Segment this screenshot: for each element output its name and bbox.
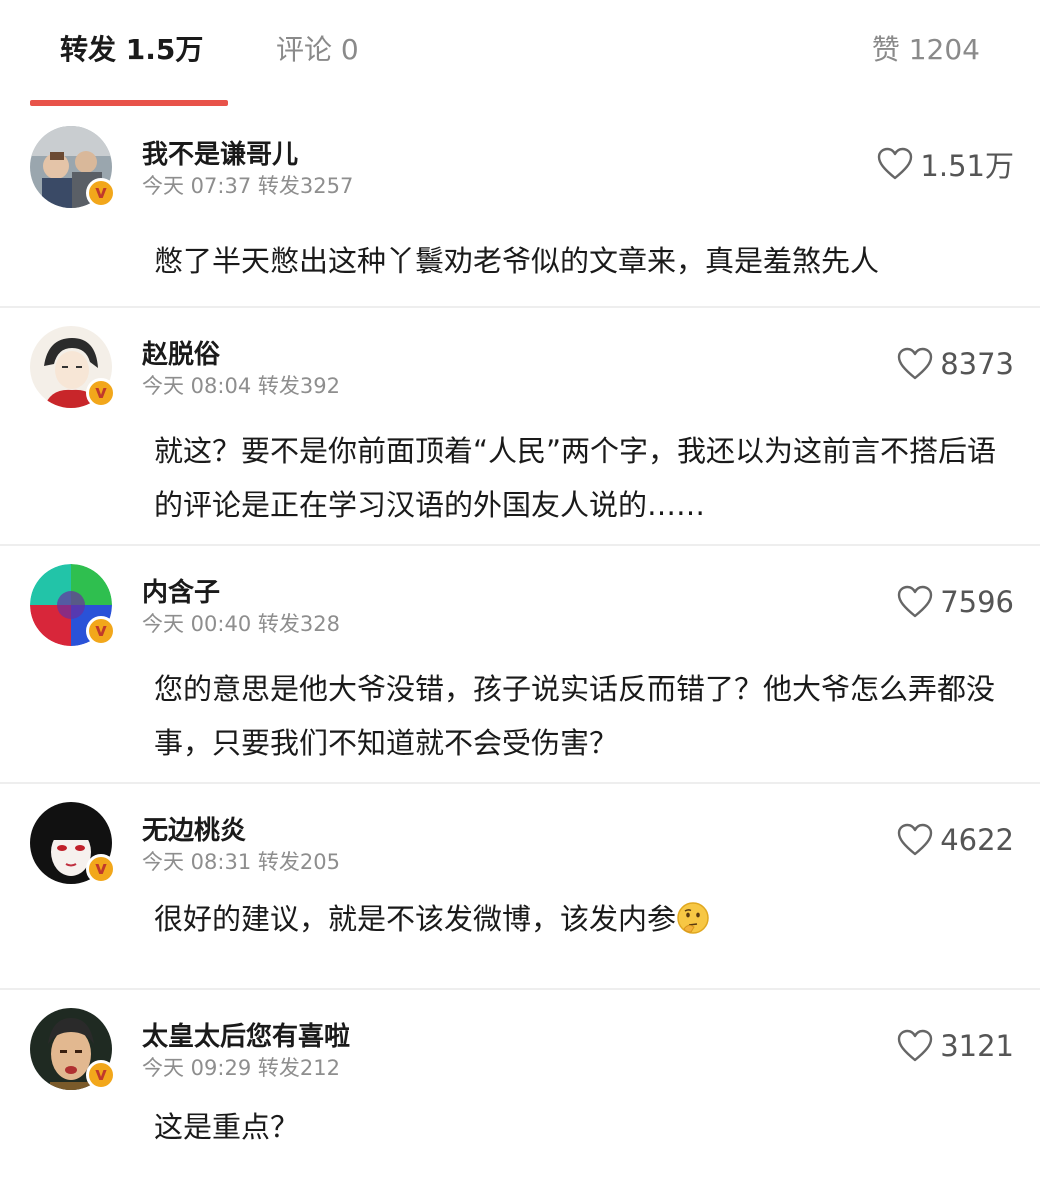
- like-button[interactable]: 1.51万: [876, 144, 1014, 184]
- heart-icon: [897, 585, 933, 618]
- verified-badge-icon: v: [86, 378, 116, 408]
- tab-comments[interactable]: 评论 0: [276, 30, 359, 70]
- list-item: v 我不是谦哥儿 今天 07:37 转发3257 1.51万 憋了半天憋出这种丫…: [0, 108, 1040, 308]
- heart-icon: [897, 823, 933, 856]
- verified-badge-icon: v: [86, 854, 116, 884]
- avatar[interactable]: v: [30, 326, 116, 408]
- avatar[interactable]: v: [30, 1008, 116, 1090]
- like-count: 7596: [940, 585, 1014, 619]
- avatar[interactable]: v: [30, 126, 116, 208]
- like-count: 4622: [940, 823, 1014, 857]
- username[interactable]: 太皇太后您有喜啦: [142, 1016, 350, 1053]
- post-meta: 今天 08:31 转发205: [142, 850, 340, 874]
- like-button[interactable]: 3121: [896, 1026, 1014, 1066]
- list-item: v 太皇太后您有喜啦 今天 09:29 转发212 3121 这是重点？: [0, 990, 1040, 1202]
- heart-icon: [897, 347, 933, 380]
- post-meta: 今天 07:37 转发3257: [142, 174, 354, 198]
- like-button[interactable]: 4622: [896, 820, 1014, 860]
- list-item: v 赵脱俗 今天 08:04 转发392 8373 就这？要不是你前面顶着“人民…: [0, 308, 1040, 546]
- like-count: 8373: [940, 347, 1014, 381]
- active-tab-indicator: [30, 100, 228, 106]
- username[interactable]: 我不是谦哥儿: [142, 134, 298, 171]
- repost-list: v 我不是谦哥儿 今天 07:37 转发3257 1.51万 憋了半天憋出这种丫…: [0, 108, 1040, 1202]
- username[interactable]: 内含子: [142, 572, 220, 609]
- repost-text: 这是重点？: [154, 1110, 300, 1144]
- heart-icon: [878, 147, 913, 180]
- tab-likes[interactable]: 赞 1204: [872, 30, 980, 70]
- list-item: v 无边桃炎 今天 08:31 转发205 4622 很好的建议，就是不该发微博…: [0, 784, 1040, 990]
- like-count: 1.51万: [920, 149, 1014, 183]
- repost-text-content: 很好的建议，就是不该发微博，该发内参: [154, 902, 677, 936]
- like-button[interactable]: 7596: [896, 582, 1014, 622]
- tab-bar: 转发 1.5万 评论 0 赞 1204: [0, 0, 1040, 108]
- post-meta: 今天 08:04 转发392: [142, 374, 340, 398]
- username[interactable]: 赵脱俗: [142, 334, 220, 371]
- avatar[interactable]: v: [30, 564, 116, 646]
- like-count: 3121: [940, 1029, 1014, 1063]
- avatar[interactable]: v: [30, 802, 116, 884]
- like-button[interactable]: 8373: [896, 344, 1014, 384]
- repost-text: 很好的建议，就是不该发微博，该发内参: [154, 892, 1020, 946]
- repost-text: 憋了半天憋出这种丫鬟劝老爷似的文章来，真是羞煞先人: [154, 244, 880, 278]
- post-meta: 今天 09:29 转发212: [142, 1056, 340, 1080]
- thinking-face-emoji-icon: [677, 902, 709, 934]
- list-item: v 内含子 今天 00:40 转发328 7596 您的意思是他大爷没错，孩子说…: [0, 546, 1040, 784]
- tab-reposts[interactable]: 转发 1.5万: [60, 30, 203, 70]
- repost-text: 就这？要不是你前面顶着“人民”两个字，我还以为这前言不搭后语的评论是正在学习汉语…: [154, 434, 997, 522]
- post-meta: 今天 00:40 转发328: [142, 612, 340, 636]
- verified-badge-icon: v: [86, 178, 116, 208]
- verified-badge-icon: v: [86, 616, 116, 646]
- repost-text: 您的意思是他大爷没错，孩子说实话反而错了？他大爷怎么弄都没事，只要我们不知道就不…: [154, 672, 996, 760]
- username[interactable]: 无边桃炎: [142, 810, 246, 847]
- heart-icon: [897, 1029, 933, 1062]
- verified-badge-icon: v: [86, 1060, 116, 1090]
